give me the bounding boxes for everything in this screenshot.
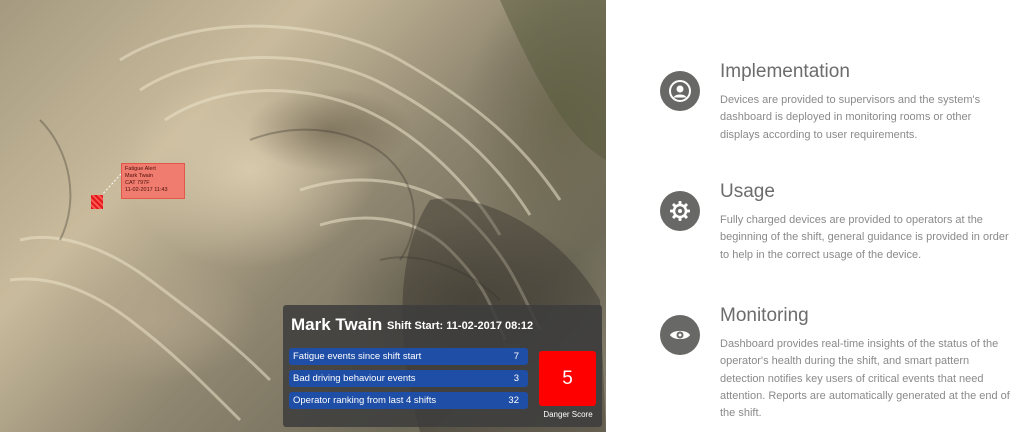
- operator-panel: Mark Twain Shift Start: 11-02-2017 08:12…: [283, 305, 602, 427]
- alert-line: CAT 797F: [125, 180, 150, 186]
- shift-start: Shift Start: 11-02-2017 08:12: [387, 320, 534, 332]
- feature-description: Fully charged devices are provided to op…: [720, 214, 1009, 261]
- alert-line: Mark Twain: [125, 173, 154, 179]
- eye-icon: [660, 315, 700, 355]
- feature-usage: Usage Fully charged devices are provided…: [660, 181, 1010, 281]
- feature-title: Usage: [720, 181, 775, 202]
- fatigue-alert-popup[interactable]: Fatigue Alert Mark Twain CAT 797F 11-02-…: [121, 163, 185, 199]
- mine-satellite-map[interactable]: Fatigue Alert Mark Twain CAT 797F 11-02-…: [0, 0, 606, 432]
- feature-title: Implementation: [720, 61, 850, 82]
- operator-name: Mark Twain: [291, 315, 383, 334]
- stat-label: Fatigue events since shift start: [293, 351, 422, 362]
- vehicle-alert-marker[interactable]: [91, 195, 103, 209]
- danger-score-value: 5: [539, 351, 596, 406]
- alert-line: Fatigue Alert: [125, 166, 156, 172]
- alert-line: 11-02-2017 11:43: [125, 187, 168, 193]
- feature-description: Devices are provided to supervisors and …: [720, 94, 981, 141]
- danger-score-label: Danger Score: [543, 410, 593, 419]
- stat-row-driving-events[interactable]: Bad driving behaviour events 3: [289, 370, 528, 387]
- feature-monitoring: Monitoring Dashboard provides real-time …: [660, 305, 1010, 425]
- feature-description: Dashboard provides real-time insights of…: [720, 338, 1010, 420]
- feature-title: Monitoring: [720, 305, 809, 326]
- stat-value: 32: [508, 395, 519, 406]
- stat-value: 3: [513, 373, 519, 384]
- stat-row-operator-ranking[interactable]: Operator ranking from last 4 shifts 32: [289, 392, 528, 409]
- gear-icon: [660, 191, 700, 231]
- stat-label: Bad driving behaviour events: [293, 373, 416, 384]
- stat-value: 7: [513, 351, 519, 362]
- feature-implementation: Implementation Devices are provided to s…: [660, 61, 1010, 161]
- stat-label: Operator ranking from last 4 shifts: [293, 395, 437, 406]
- user-icon: [660, 71, 700, 111]
- stat-row-fatigue-events[interactable]: Fatigue events since shift start 7: [289, 348, 528, 365]
